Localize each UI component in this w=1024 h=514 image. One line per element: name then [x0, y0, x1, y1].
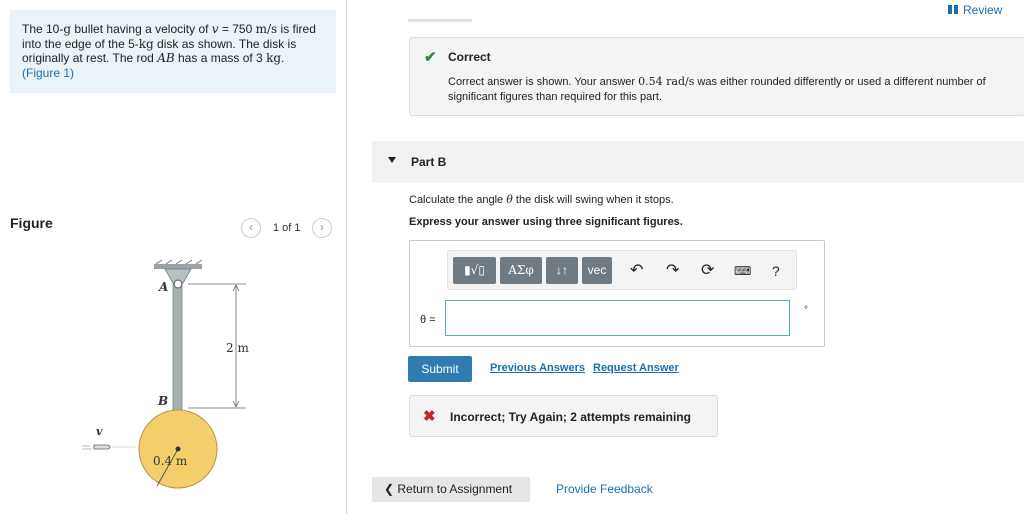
unit-kg: kg: [138, 36, 154, 51]
panel-divider: [346, 0, 347, 514]
variable-label: θ =: [420, 314, 436, 326]
answer-input[interactable]: [445, 300, 790, 336]
math-toolbar: ▮√▯ ΑΣφ ↓↑ vec ↶ ↷ ⟳ ⌨ ?: [447, 250, 797, 290]
return-label: Return to Assignment: [397, 482, 513, 496]
rod-ab: [172, 282, 183, 412]
question-var: θ: [506, 193, 513, 206]
close-icon: ✖: [423, 408, 436, 425]
question-text: Calculate the angle θ the disk will swin…: [409, 193, 674, 206]
correct-message: Correct answer is shown. Your answer 0.5…: [448, 74, 1008, 105]
progress-divider: [408, 19, 472, 22]
figure-link[interactable]: (Figure 1): [22, 66, 74, 80]
unit-g: g: [63, 22, 72, 36]
templates-icon[interactable]: ▮√▯: [453, 257, 496, 284]
checkmark-icon: ✔: [424, 49, 437, 66]
figure-title: Figure: [10, 215, 53, 231]
provide-feedback-link[interactable]: Provide Feedback: [556, 482, 653, 496]
bullet: [82, 444, 136, 450]
chevron-left-icon[interactable]: ‹: [241, 218, 261, 238]
chevron-right-icon[interactable]: ›: [312, 218, 332, 238]
rod-name: AB: [157, 51, 175, 65]
instruction-text: Express your answer using three signific…: [409, 216, 683, 228]
degree-unit: °: [804, 305, 808, 316]
figure-diagram: A B v 2 m 0.4 m: [82, 259, 249, 489]
label-radius: 0.4 m: [153, 454, 188, 468]
part-label: Part B: [411, 155, 447, 169]
redo-icon[interactable]: ↷: [666, 261, 679, 281]
figure-counter: 1 of 1: [273, 222, 301, 234]
correct-title: Correct: [448, 50, 491, 64]
previous-answers-link[interactable]: Previous Answers: [490, 362, 585, 374]
arrows-button[interactable]: ↓↑: [546, 257, 578, 284]
keyboard-icon[interactable]: ⌨: [734, 261, 751, 281]
review-label: Review: [963, 3, 1003, 17]
disk-center: [175, 446, 181, 452]
caret-down-icon: [388, 157, 396, 163]
part-b-header[interactable]: Part B: [372, 141, 1024, 183]
label-a: A: [158, 280, 168, 294]
correct-feedback: ✔ Correct Correct answer is shown. Your …: [409, 37, 1024, 116]
var-v: v: [211, 22, 219, 36]
problem-text: .: [281, 51, 285, 65]
label-length: 2 m: [226, 341, 249, 355]
request-answer-link[interactable]: Request Answer: [593, 362, 679, 374]
reset-icon[interactable]: ⟳: [701, 261, 714, 281]
undo-icon[interactable]: ↶: [630, 261, 643, 281]
correct-message-text: Correct answer is shown. Your answer: [448, 76, 639, 88]
correct-message-value: 0.54 rad/s: [638, 75, 695, 88]
label-b: B: [157, 394, 168, 408]
question-text-part: Calculate the angle: [409, 194, 507, 206]
chevron-left-icon: ❮: [384, 482, 398, 496]
label-v: v: [96, 425, 103, 438]
problem-text: has a mass of 3: [174, 51, 267, 65]
incorrect-feedback: ✖ Incorrect; Try Again; 2 attempts remai…: [409, 395, 718, 437]
question-text-part: the disk will swing when it stops.: [512, 194, 674, 206]
unit-kg: kg: [266, 51, 282, 65]
problem-text: = 750: [218, 22, 256, 36]
vec-button[interactable]: vec: [582, 257, 612, 284]
problem-text: The 10-: [22, 22, 64, 36]
return-to-assignment-button[interactable]: ❮ Return to Assignment: [372, 477, 530, 502]
incorrect-message: Incorrect; Try Again; 2 attempts remaini…: [450, 410, 691, 424]
book-icon: [948, 5, 958, 14]
submit-button[interactable]: Submit: [408, 356, 472, 382]
review-link[interactable]: Review: [948, 3, 1002, 17]
help-icon[interactable]: ?: [772, 261, 780, 281]
problem-text: bullet having a velocity of: [71, 22, 212, 36]
pin-a: [173, 279, 183, 289]
greek-button[interactable]: ΑΣφ: [500, 257, 542, 284]
answer-panel: ▮√▯ ΑΣφ ↓↑ vec ↶ ↷ ⟳ ⌨ ? θ = °: [409, 240, 825, 347]
problem-statement: The 10-g bullet having a velocity of v =…: [10, 10, 336, 93]
unit-ms: m/s: [255, 22, 278, 36]
